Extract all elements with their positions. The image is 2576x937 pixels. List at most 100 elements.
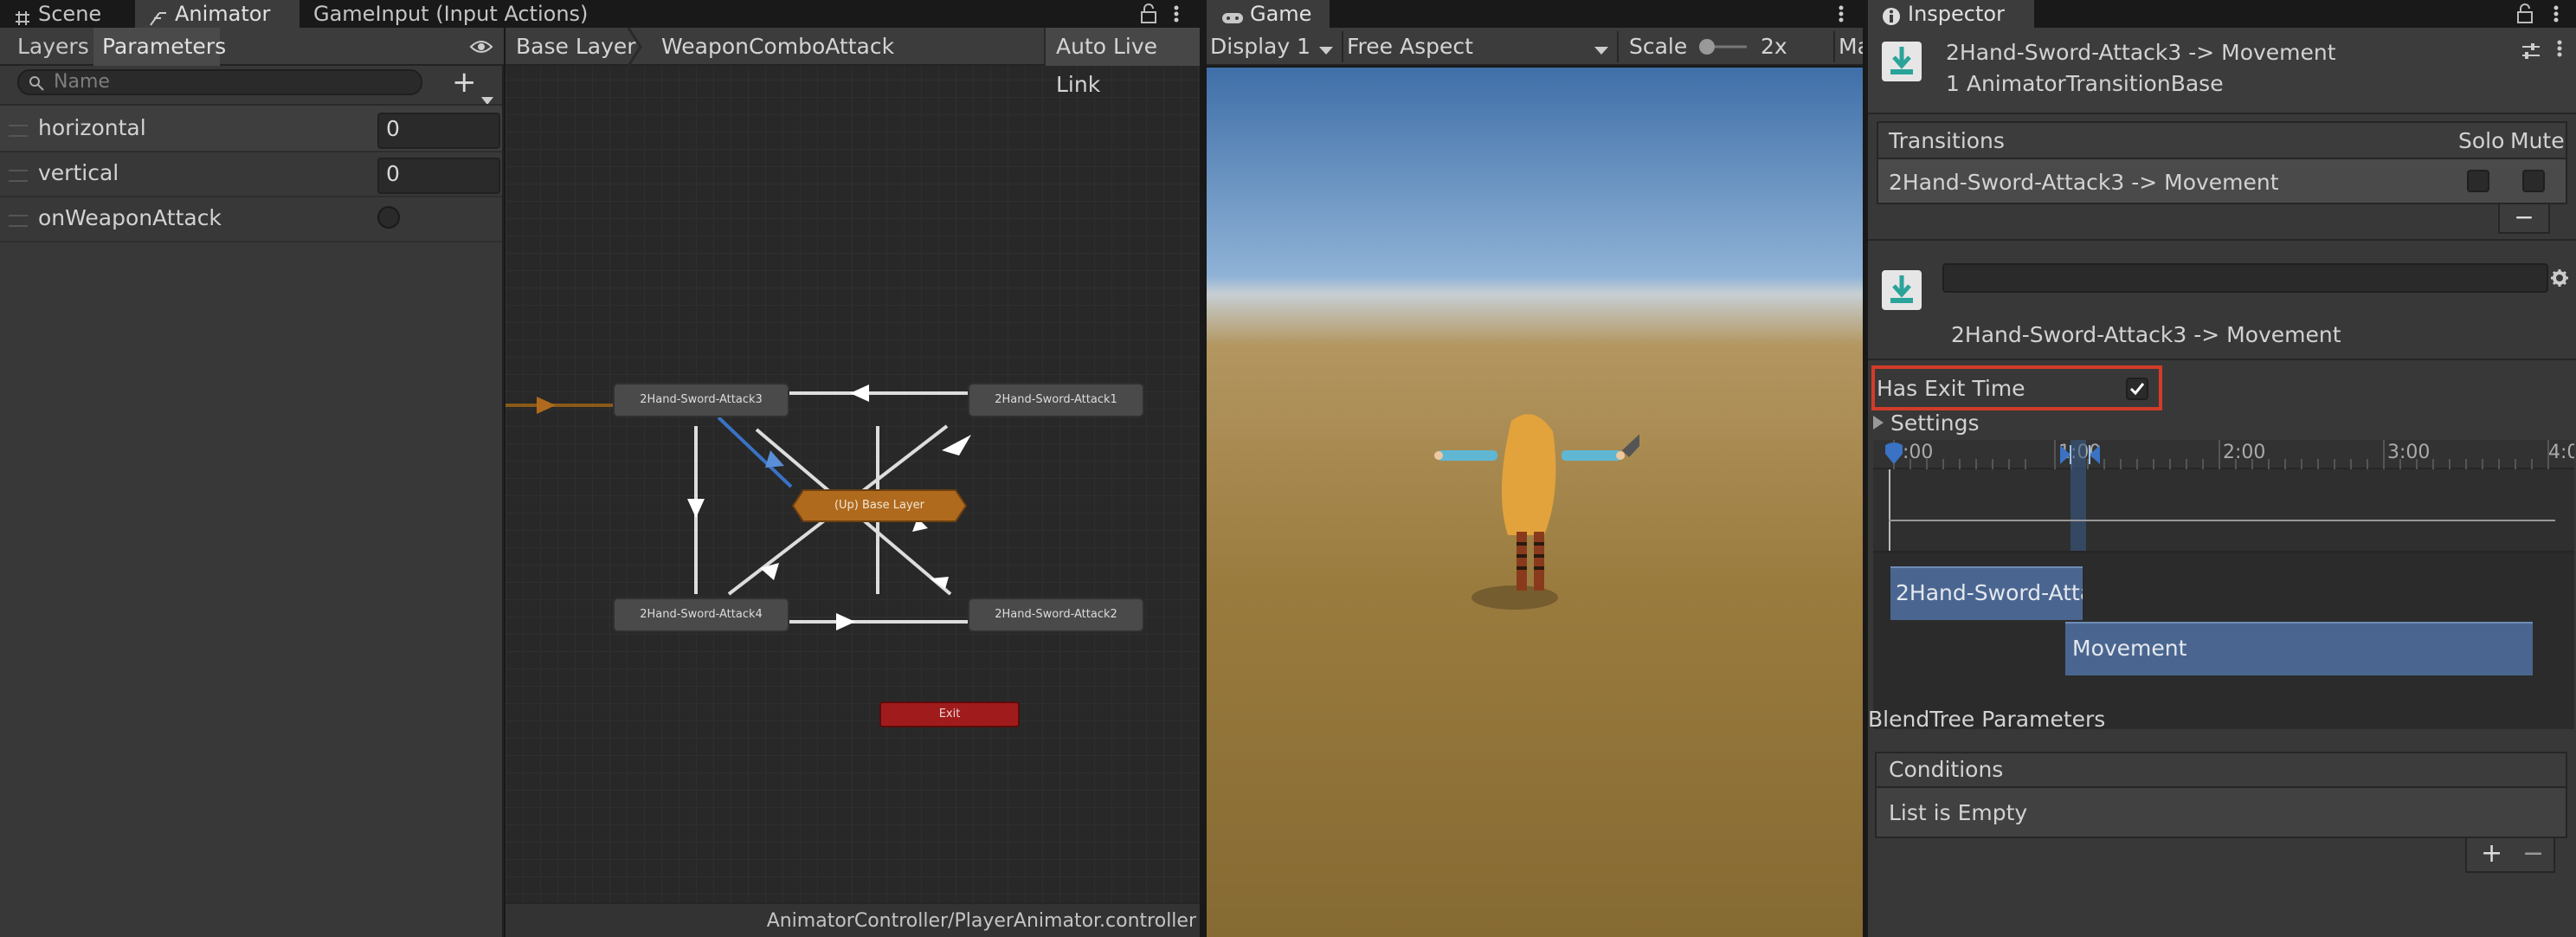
destination-clip-label: Movement	[2072, 636, 2187, 661]
divider	[1868, 359, 2576, 360]
aspect-label: Free Aspect	[1347, 34, 1473, 59]
parameter-row-onweaponattack[interactable]: onWeaponAttack	[0, 196, 502, 242]
parameter-search-input[interactable]: Name	[17, 69, 422, 95]
kebab-menu-icon[interactable]	[2555, 38, 2564, 59]
mute-checkbox[interactable]	[2522, 170, 2545, 192]
tab-layers[interactable]: Layers	[0, 28, 92, 66]
game-viewport[interactable]	[1207, 68, 1863, 937]
tab-parameters-label: Parameters	[102, 34, 227, 59]
game-toolbar: Display 1 Free Aspect Scale 2x Ma	[1207, 28, 1871, 66]
solo-checkbox[interactable]	[2467, 170, 2489, 192]
add-condition-button[interactable]: +	[2481, 838, 2502, 869]
source-clip[interactable]: 2Hand-Sword-Atta	[1890, 566, 2083, 620]
playhead-marker-icon[interactable]	[1884, 442, 1904, 469]
scale-value: 2x	[1761, 34, 1787, 59]
tab-animator-label: Animator	[175, 2, 271, 26]
scale-label: Scale	[1629, 34, 1688, 59]
conditions-header: Conditions	[1875, 752, 2567, 788]
has-exit-time-row[interactable]: Has Exit Time	[1871, 365, 2162, 410]
has-exit-time-checkbox[interactable]	[2126, 378, 2148, 400]
parameters-toolbar: Layers Parameters	[0, 28, 504, 66]
gear-icon[interactable]	[2550, 268, 2569, 288]
state-up-base-label: (Up) Base Layer	[834, 499, 925, 512]
settings-foldout[interactable]: Settings	[1871, 409, 2045, 438]
tab-game[interactable]: Game	[1207, 0, 1330, 28]
search-placeholder: Name	[54, 71, 110, 93]
tab-inspector-label: Inspector	[1908, 2, 2005, 26]
state-attack2[interactable]: 2Hand-Sword-Attack2	[968, 598, 1144, 632]
splitter[interactable]	[1200, 0, 1207, 937]
animator-icon	[149, 6, 168, 26]
parameter-value-field[interactable]: 0	[377, 158, 500, 194]
game-tab-bar: Game	[1207, 0, 1863, 28]
tab-parameters[interactable]: Parameters	[93, 28, 226, 66]
transitions-list-header: Transitions Solo Mute	[1877, 121, 2567, 159]
parameter-name: vertical	[38, 160, 119, 185]
blendtree-parameters-label: BlendTree Parameters	[1868, 707, 2106, 732]
destination-clip[interactable]: Movement	[2065, 622, 2533, 675]
trigger-radio[interactable]	[377, 206, 400, 229]
character-image	[1434, 414, 1639, 610]
add-parameter-button[interactable]: +	[452, 65, 497, 105]
transition-list-item[interactable]: 2Hand-Sword-Attack3 -> Movement	[1877, 159, 2567, 204]
drag-handle-icon[interactable]	[9, 215, 28, 227]
tab-scene[interactable]: Scene	[0, 0, 135, 28]
remove-condition-button[interactable]: −	[2522, 838, 2544, 869]
aspect-dropdown[interactable]: Free Aspect	[1345, 28, 1615, 66]
lock-icon[interactable]	[1139, 3, 1158, 24]
transition-lines	[506, 384, 971, 630]
kebab-menu-icon[interactable]	[1172, 3, 1181, 24]
divider	[1342, 31, 1343, 62]
inspector-header: 2Hand-Sword-Attack3 -> Movement 1 Animat…	[1868, 28, 2576, 114]
remove-transition-button[interactable]: −	[2498, 204, 2550, 234]
transition-start-handle-icon[interactable]	[2058, 443, 2072, 469]
state-attack3[interactable]: 2Hand-Sword-Attack3	[613, 383, 789, 417]
conditions-list: List is Empty	[1875, 788, 2567, 838]
divider	[1833, 31, 1835, 62]
inspector-panel: 2Hand-Sword-Attack3 -> Movement 1 Animat…	[1868, 28, 2576, 937]
header-title: 2Hand-Sword-Attack3 -> Movement	[1946, 40, 2336, 65]
kebab-menu-icon[interactable]	[2552, 3, 2560, 24]
gamepad-icon	[1220, 6, 1245, 23]
settings-label: Settings	[1890, 410, 1980, 436]
tab-layers-label: Layers	[17, 34, 89, 59]
state-attack1[interactable]: 2Hand-Sword-Attack1	[968, 383, 1144, 417]
transition-name-input[interactable]	[1942, 263, 2548, 293]
source-clip-label: 2Hand-Sword-Atta	[1896, 580, 2083, 605]
tick-label: 3:00	[2387, 442, 2431, 463]
kebab-menu-icon[interactable]	[1837, 3, 1845, 24]
state-up-base-layer[interactable]: (Up) Base Layer	[791, 488, 968, 523]
curve-line	[1889, 520, 2555, 521]
info-icon	[1882, 5, 1901, 25]
tab-animator[interactable]: Animator	[135, 0, 299, 28]
graph-footer: AnimatorController/PlayerAnimator.contro…	[506, 902, 1200, 937]
timeline-ruler: 0:00 1:00 2:00 3:00 4:00	[1873, 440, 2574, 469]
transition-timeline[interactable]: 0:00 1:00 2:00 3:00 4:00 2Hand-Sword-Att…	[1873, 440, 2574, 729]
transition-end-handle-icon[interactable]	[2088, 443, 2102, 469]
drag-handle-icon[interactable]	[9, 170, 28, 182]
inspector-tab-bar: Inspector	[1868, 0, 2576, 28]
parameter-row-vertical[interactable]: vertical 0	[0, 151, 502, 197]
animator-graph[interactable]: Base Layer WeaponComboAttack Auto Live L…	[506, 28, 1200, 937]
solo-label: Solo	[2458, 128, 2505, 153]
chevron-down-icon	[1319, 42, 1333, 59]
tab-gameinput[interactable]: GameInput (Input Actions)	[299, 0, 611, 28]
triangle-right-icon	[1873, 416, 1884, 433]
chevron-down-icon	[1594, 42, 1608, 59]
list-empty-label: List is Empty	[1889, 800, 2028, 825]
add-parameter-label: +	[452, 65, 477, 100]
state-exit[interactable]: Exit	[879, 701, 1020, 727]
search-icon	[28, 74, 47, 92]
sliders-icon[interactable]	[2521, 42, 2541, 61]
parameter-value-field[interactable]: 0	[377, 113, 500, 149]
eye-icon[interactable]	[469, 36, 493, 57]
display-dropdown[interactable]: Display 1	[1207, 28, 1340, 66]
state-attack4[interactable]: 2Hand-Sword-Attack4	[613, 598, 789, 632]
tick-label: 4:00	[2548, 442, 2574, 463]
scale-slider[interactable]	[1698, 36, 1750, 57]
tab-inspector[interactable]: Inspector	[1868, 0, 2034, 28]
lock-icon[interactable]	[2515, 3, 2534, 24]
drag-handle-icon[interactable]	[9, 125, 28, 137]
conditions-label: Conditions	[1889, 757, 2004, 782]
parameter-row-horizontal[interactable]: horizontal 0	[0, 106, 502, 152]
